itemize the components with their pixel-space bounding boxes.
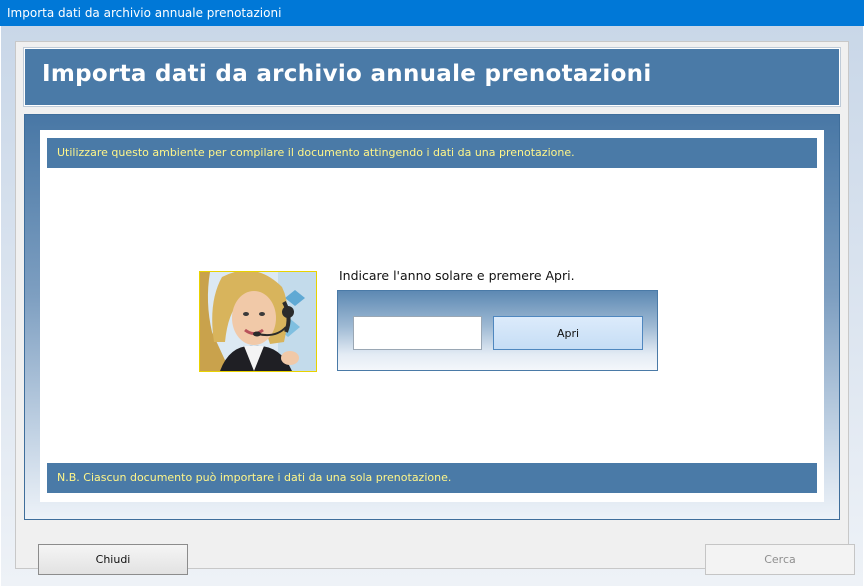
close-button[interactable]: Chiudi [38,544,188,575]
window-body: Importa dati da archivio annuale prenota… [1,26,863,586]
info-text-bottom: N.B. Ciascun documento può importare i d… [57,471,452,484]
window-title: Importa dati da archivio annuale prenota… [7,6,282,20]
info-bar-bottom: N.B. Ciascun documento può importare i d… [47,463,817,493]
header-band: Importa dati da archivio annuale prenota… [23,47,841,107]
page-title: Importa dati da archivio annuale prenota… [42,61,652,87]
dialog-frame: Importa dati da archivio annuale prenota… [15,41,855,575]
window-titlebar: Importa dati da archivio annuale prenota… [0,0,864,26]
year-input-panel: Apri [337,290,658,371]
search-button[interactable]: Cerca [705,544,855,575]
info-text-top: Utilizzare questo ambiente per compilare… [57,146,575,159]
operator-photo [199,271,317,372]
open-button[interactable]: Apri [493,316,643,350]
instruction-text: Indicare l'anno solare e premere Apri. [339,268,575,283]
year-input[interactable] [353,316,482,350]
headset-operator-image [200,272,316,371]
main-panel: Utilizzare questo ambiente per compilare… [24,114,840,520]
info-bar-top: Utilizzare questo ambiente per compilare… [47,138,817,168]
content-box: Utilizzare questo ambiente per compilare… [40,130,824,502]
client-area: Importa dati da archivio annuale prenota… [1,26,863,586]
